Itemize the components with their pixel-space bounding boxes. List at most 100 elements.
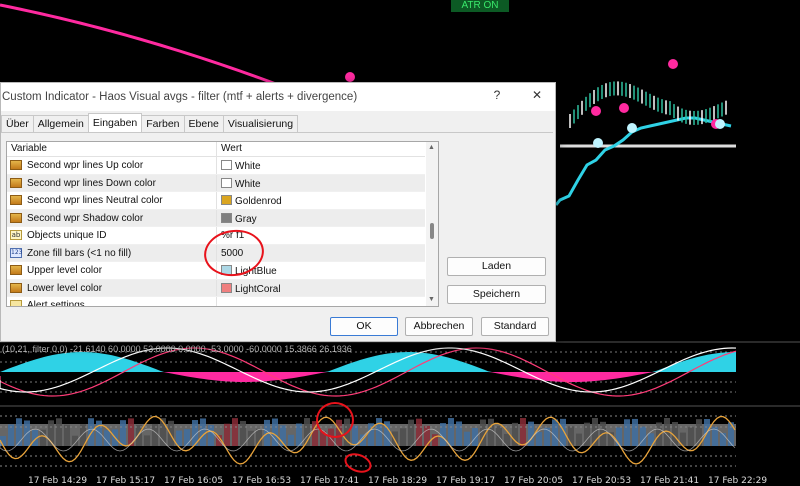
zone-bar [416, 418, 422, 446]
zone-bar [456, 421, 462, 446]
lower-indicator-pane [0, 405, 800, 467]
zone-bar [552, 419, 558, 446]
zone-bar [144, 435, 150, 446]
zone-bar [56, 418, 62, 446]
scroll-up-icon[interactable]: ▲ [428, 144, 435, 151]
row-value[interactable]: White [221, 177, 261, 190]
color-swatch [221, 160, 232, 170]
table-row[interactable]: Second wpr lines Down color White [7, 174, 425, 192]
zone-bar [96, 420, 102, 446]
row-variable-name: Zone fill bars (<1 no fill) [27, 247, 132, 259]
cyan-dot [715, 119, 725, 129]
time-label: 17 Feb 17:41 [300, 476, 360, 486]
row-value-text: LightCoral [235, 283, 281, 295]
row-variable-name: Lower level color [27, 282, 103, 294]
row-value[interactable]: White [221, 160, 261, 172]
table-row[interactable]: Second wpr lines Up color White [7, 157, 425, 175]
magenta-dot [591, 106, 601, 116]
cyan-dot [627, 123, 637, 133]
zone-bar [488, 418, 494, 446]
column-header-value: Wert [221, 143, 242, 154]
tab-3[interactable]: Farben [141, 115, 185, 132]
tab-1[interactable]: Allgemein [32, 115, 89, 132]
zone-bar [632, 418, 638, 446]
zone-bar [464, 431, 470, 446]
row-value-text: Goldenrod [235, 196, 282, 207]
cancel-button[interactable]: Abbrechen [405, 317, 473, 336]
table-row[interactable]: Alert settings [7, 297, 425, 306]
time-label: 17 Feb 22:29 [708, 476, 768, 486]
bell-type-icon [10, 300, 22, 306]
custom-indicator-dialog[interactable]: Custom Indicator - Haos Visual avgs - fi… [0, 82, 556, 342]
dialog-titlebar[interactable]: Custom Indicator - Haos Visual avgs - fi… [1, 83, 555, 111]
time-label: 17 Feb 18:29 [368, 476, 428, 486]
row-value-text: Gray [235, 213, 257, 225]
table-row[interactable]: Second wpr lines Neutral color Goldenrod [7, 192, 425, 210]
dialog-title: Custom Indicator - Haos Visual avgs - fi… [2, 91, 358, 103]
zone-bar [8, 424, 14, 446]
magenta-dot [668, 59, 678, 69]
tab-divider [1, 132, 553, 133]
row-value[interactable]: Gray [221, 212, 257, 225]
default-button[interactable]: Standard [481, 317, 549, 336]
zone-bar [720, 432, 726, 446]
zone-bar [408, 419, 414, 446]
time-label: 17 Feb 16:05 [164, 476, 224, 486]
num-type-icon: 123 [10, 247, 23, 258]
zone-bar [208, 425, 214, 446]
row-variable-name: Second wpr lines Down color [27, 177, 156, 189]
row-variable-name: Second wpr Shadow color [27, 212, 144, 224]
zone-bar [576, 433, 582, 446]
scroll-down-icon[interactable]: ▼ [428, 296, 435, 303]
zone-bar [688, 427, 694, 446]
zone-bar [256, 428, 262, 446]
zone-bar [536, 432, 542, 446]
zone-bar [120, 420, 126, 446]
time-label: 17 Feb 15:17 [96, 476, 156, 486]
zone-bar [136, 424, 142, 446]
time-label: 17 Feb 21:41 [640, 476, 700, 486]
table-row[interactable]: Lower level color LightCoral [7, 279, 425, 297]
color-swatch [221, 177, 232, 188]
tab-0[interactable]: Über [1, 115, 34, 132]
color-type-icon [10, 282, 22, 293]
zone-bar [168, 420, 174, 446]
zone-bar [520, 418, 526, 446]
tab-4[interactable]: Ebene [183, 115, 224, 132]
color-swatch [221, 195, 232, 205]
zone-bar [16, 418, 22, 446]
tab-2[interactable]: Eingaben [87, 113, 143, 132]
table-row[interactable]: Second wpr Shadow color Gray [7, 209, 425, 227]
zone-bar [624, 419, 630, 446]
row-value[interactable]: LightCoral [221, 282, 281, 295]
table-header: Variable Wert [7, 142, 425, 157]
save-button[interactable]: Speichern [447, 285, 546, 304]
dialog-tabs: Über Allgemein Eingaben Farben Ebene Visualis… [1, 113, 299, 133]
row-variable-name: Upper level color [27, 265, 103, 276]
close-button[interactable]: ✕ [529, 88, 545, 102]
zone-bar [232, 418, 238, 446]
load-button[interactable]: Laden [447, 257, 546, 276]
time-label: 17 Feb 20:53 [572, 476, 632, 486]
zone-bar [64, 424, 70, 446]
time-label: 17 Feb 19:17 [436, 476, 496, 486]
scroll-thumb[interactable] [430, 223, 434, 239]
magenta-dot [345, 72, 355, 82]
inputs-table[interactable]: Variable Wert Second wpr lines Up color W… [6, 141, 439, 307]
help-button[interactable]: ? [489, 88, 505, 102]
zone-bar [288, 434, 294, 446]
zone-bar [472, 428, 478, 446]
ok-button[interactable]: OK [330, 317, 398, 336]
row-variable-name: Second wpr lines Neutral color [27, 195, 163, 206]
table-scrollbar[interactable]: ▲ ▼ [426, 142, 438, 306]
row-variable-name: Objects unique ID [27, 230, 107, 241]
zone-bar [200, 418, 206, 446]
tab-5[interactable]: Visualisierung [222, 115, 299, 132]
time-label: 17 Feb 16:53 [232, 476, 292, 486]
magenta-histogram [0, 372, 736, 382]
time-label: 17 Feb 14:29 [28, 476, 88, 486]
color-type-icon [10, 212, 22, 223]
row-value[interactable]: Goldenrod [221, 195, 282, 207]
color-swatch [221, 282, 232, 293]
row-variable-name: Second wpr lines Up color [27, 160, 144, 171]
